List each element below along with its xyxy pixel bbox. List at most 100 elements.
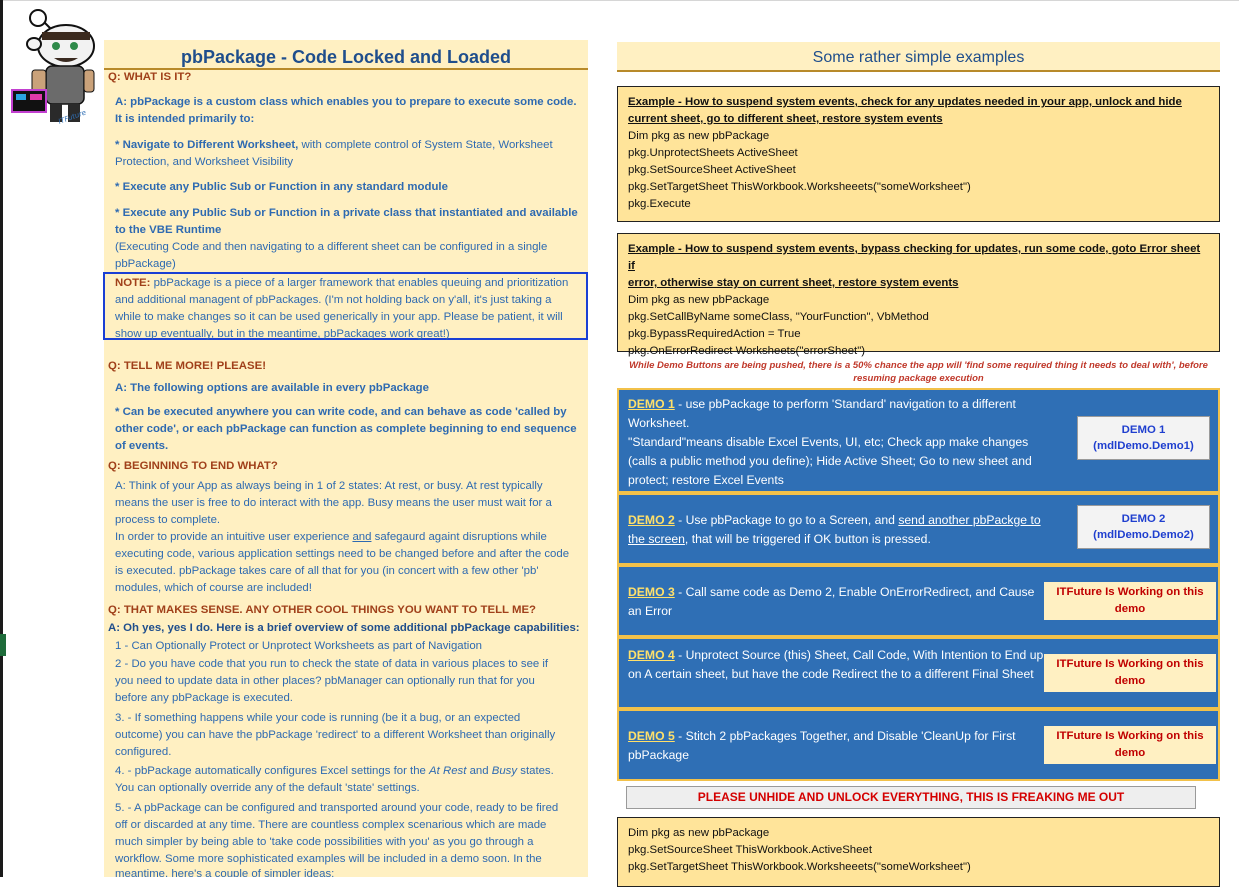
demo-4-working-badge: ITFuture Is Working on this demo (1044, 654, 1216, 692)
bullet-navigate-line2: Protection, and Worksheet Visibility (115, 156, 294, 168)
demo-2-button-label: DEMO 2 (1121, 513, 1166, 525)
demo-5-link[interactable]: DEMO 5 (628, 729, 675, 743)
row-selection-marker (0, 634, 6, 656)
capability-2-line1: 2 - Do you have code that you run to che… (115, 658, 549, 670)
demo-2-link[interactable]: DEMO 2 (628, 513, 675, 527)
example-2-code-1: Dim pkg as new pbPackage (628, 294, 770, 306)
execute-note-line1: (Executing Code and then navigating to a… (115, 241, 548, 253)
answer-states-line7: modules, which of course are included! (115, 582, 312, 594)
capability-5-line1: 5. - A pbPackage can be configured and t… (115, 802, 559, 814)
demo-3-working-badge: ITFuture Is Working on this demo (1044, 582, 1216, 620)
unhide-unlock-button[interactable]: PLEASE UNHIDE AND UNLOCK EVERYTHING, THI… (626, 786, 1196, 809)
demo-1-row: DEMO 1 - use pbPackage to perform 'Stand… (617, 388, 1220, 493)
example-3-code-1: Dim pkg as new pbPackage (628, 827, 770, 839)
sheet-top-border (0, 0, 1239, 1)
demo-2-button-macro: (mdlDemo.Demo2) (1093, 529, 1194, 541)
capability-3-line1: 3. - If something happens while your cod… (115, 712, 521, 724)
demo-warning-line1: While Demo Buttons are being pushed, the… (629, 360, 1208, 371)
demo-3-description: - Call same code as Demo 2, Enable OnErr… (628, 585, 1035, 618)
example-1-code-3: pkg.SetSourceSheet ActiveSheet (628, 164, 796, 176)
demo-1-link[interactable]: DEMO 1 (628, 397, 675, 411)
bullet-execute-public: * Execute any Public Sub or Function in … (115, 181, 448, 193)
answer-states-line6: is executed. pbPackage takes care of all… (115, 565, 539, 577)
bullet-navigate-bold: * Navigate to Different Worksheet, (115, 139, 299, 151)
capability-3-line3: configured. (115, 746, 172, 758)
example-1-title-line2: current sheet, go to different sheet, re… (628, 113, 943, 125)
demo-3-link[interactable]: DEMO 3 (628, 585, 675, 599)
example-2-code-2: pkg.SetCallByName someClass, "YourFuncti… (628, 311, 929, 323)
capability-2-line3: before any pbPackage is executed. (115, 692, 293, 704)
bullet-execute-private-line2: to the VBE Runtime (115, 224, 222, 236)
example-2-code-3: pkg.BypassRequiredAction = True (628, 328, 801, 340)
capability-5-line3: much simpler by being able to 'take code… (115, 836, 534, 848)
demo-warning-line2: resuming package execution (853, 373, 984, 384)
framework-note-box: NOTE: pbPackage is a piece of a larger f… (103, 272, 588, 340)
demo-3-row: DEMO 3 - Call same code as Demo 2, Enabl… (617, 565, 1220, 637)
answer-states-line3: process to complete. (115, 514, 221, 526)
demo-2-description-a: - Use pbPackage to go to a Screen, and (674, 513, 899, 527)
demo-5-row: DEMO 5 - Stitch 2 pbPackages Together, a… (617, 709, 1220, 781)
demo-1-button-label: DEMO 1 (1121, 424, 1166, 436)
example-3-code-3: pkg.SetTargetSheet ThisWorkbook.Workshee… (628, 861, 971, 873)
capability-5-line2: off or discarded at any time. There are … (115, 819, 547, 831)
mascot-logo: ITFuture (11, 9, 95, 124)
demo-1-button[interactable]: DEMO 1 (mdlDemo.Demo1) (1077, 416, 1210, 460)
example-1-code-2: pkg.UnprotectSheets ActiveSheet (628, 147, 798, 159)
question-cool-things: Q: THAT MAKES SENSE. ANY OTHER COOL THIN… (108, 604, 537, 616)
answer-states-line4-underlined: and (352, 531, 372, 543)
capability-2-line2: you need to update data in other places?… (115, 675, 535, 687)
capability-4-line2: You can optionally override any of the d… (115, 782, 420, 794)
demo-2-button[interactable]: DEMO 2 (mdlDemo.Demo2) (1077, 505, 1210, 549)
example-1-code-1: Dim pkg as new pbPackage (628, 130, 770, 142)
question-tell-me-more: Q: TELL ME MORE! PLEASE! (108, 360, 266, 372)
example-1-code-4: pkg.SetTargetSheet ThisWorkbook.Workshee… (628, 181, 971, 193)
note-line4: show up eventually, but in the meantime,… (115, 328, 450, 340)
example-2-box: Example - How to suspend system events, … (617, 233, 1220, 357)
demo-warning-text: While Demo Buttons are being pushed, the… (617, 359, 1220, 385)
row-header-strip (0, 0, 3, 877)
answer-options-intro: A: The following options are available i… (115, 382, 429, 394)
demo-4-link[interactable]: DEMO 4 (628, 648, 675, 662)
bullet-execute-private-line1: * Execute any Public Sub or Function in … (115, 207, 578, 219)
bullet-navigate-rest: with complete control of System State, W… (298, 139, 553, 151)
demo-4-description: - Unprotect Source (this) Sheet, Call Co… (628, 648, 1044, 681)
example-2-title-line1: Example - How to suspend system events, … (628, 243, 1201, 272)
capability-1: 1 - Can Optionally Protect or Unprotect … (115, 640, 482, 652)
example-2-title-line2: error, otherwise stay on current sheet, … (628, 277, 959, 289)
note-line3: while to make changes so it can be used … (115, 311, 563, 323)
right-panel-title: Some rather simple examples (617, 42, 1220, 72)
demo-2-description-b: , that will be triggered if OK button is… (684, 532, 931, 546)
answer-capabilities-intro: A: Oh yes, yes I do. Here is a brief ove… (108, 622, 580, 634)
capability-4-at-rest: At Rest (429, 765, 467, 777)
capability-4-c: states. (517, 765, 554, 777)
capability-5-line5: meantime, here's a couple of simpler ide… (115, 868, 335, 877)
bullet-navigate: * Navigate to Different Worksheet, with … (104, 137, 588, 154)
question-beginning-to-end: Q: BEGINNING TO END WHAT? (108, 460, 278, 472)
answer-options-line1: * Can be executed anywhere you can write… (115, 406, 567, 418)
demo-1-button-macro: (mdlDemo.Demo1) (1093, 440, 1194, 452)
answer-states-line4: In order to provide an intuitive user ex… (104, 529, 588, 546)
answer-states-line4-a: In order to provide an intuitive user ex… (115, 531, 353, 543)
answer-states-line4-b: safegaurd againt disruptions while (371, 531, 547, 543)
answer-options-line3: of events. (115, 440, 169, 452)
note-label: NOTE: (115, 277, 151, 289)
answer-intro-line2: It is intended primarily to: (115, 113, 255, 125)
capability-4-b: and (466, 765, 492, 777)
demo-4-row: DEMO 4 - Unprotect Source (this) Sheet, … (617, 637, 1220, 709)
example-1-code-5: pkg.Execute (628, 198, 691, 210)
capability-4-busy: Busy (491, 765, 518, 777)
demo-5-description: - Stitch 2 pbPackages Together, and Disa… (628, 729, 1016, 762)
demo-1-description: - use pbPackage to perform 'Standard' na… (628, 397, 1016, 430)
answer-options-line2: other code', or each pbPackage can funct… (115, 423, 577, 435)
execute-note-line2: pbPackage) (115, 258, 176, 270)
capability-4-a: 4. - pbPackage automatically configures … (115, 765, 430, 777)
left-panel-title: pbPackage - Code Locked and Loaded (104, 40, 588, 70)
capability-3-line2: outcome) you can have the pbPackage 'red… (115, 729, 556, 741)
answer-states-line2: means the user is free to do interact wi… (115, 497, 552, 509)
example-1-box: Example - How to suspend system events, … (617, 86, 1220, 222)
example-3-code-2: pkg.SetSourceSheet ThisWorkbook.ActiveSh… (628, 844, 872, 856)
answer-states-line5: executing code, various application sett… (115, 548, 570, 560)
example-1-title-line1: Example - How to suspend system events, … (628, 96, 1182, 108)
note-line2: and additional managent of pbPackages. (… (115, 294, 552, 306)
demo-1-description-2: "Standard"means disable Excel Events, UI… (628, 435, 1032, 487)
